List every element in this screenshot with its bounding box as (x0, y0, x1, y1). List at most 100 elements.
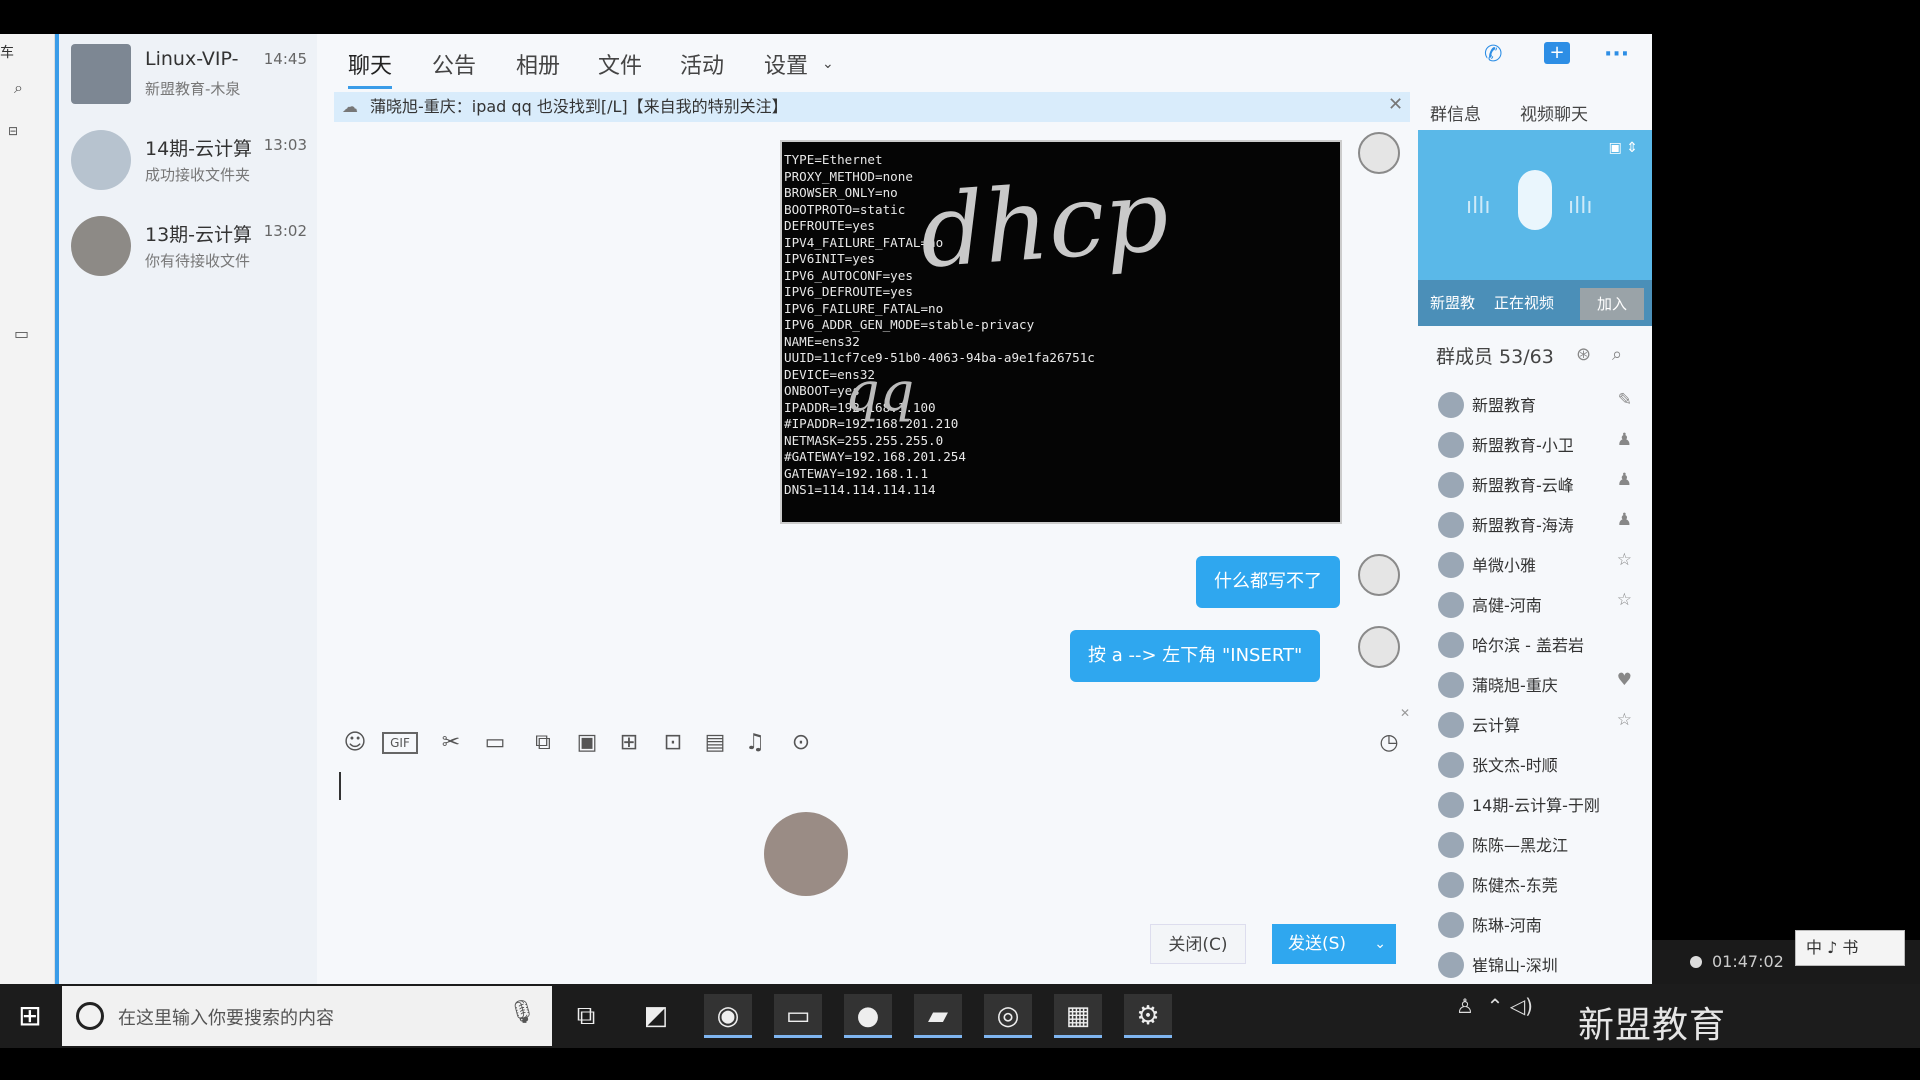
terminal-line: #GATEWAY=192.168.201.254 (784, 449, 966, 464)
screenshot-icon[interactable]: ⧉ (528, 728, 558, 758)
gif-icon[interactable]: GIF (382, 732, 418, 754)
contact-item[interactable]: Linux-VIP- 14:45 新盟教育-木泉 (59, 34, 317, 120)
clock-icon[interactable]: ◷ (1374, 728, 1404, 758)
scissors-icon[interactable]: ✂ (436, 728, 466, 758)
avatar (1438, 672, 1464, 698)
system-tray-icons[interactable]: ♙ ⌃ ◁) (1456, 994, 1533, 1018)
tab-settings[interactable]: 设置 (764, 48, 808, 80)
member-name: 新盟教育-云峰 (1472, 476, 1574, 495)
vmware-icon[interactable]: ▦ (1054, 994, 1102, 1038)
video-controls-icon[interactable]: ▣ ⇕ (1609, 140, 1638, 156)
monitor-icon[interactable]: ▭ (14, 324, 34, 344)
member-name: 陈琳-河南 (1472, 916, 1542, 935)
tab-group-info[interactable]: 群信息 (1430, 100, 1481, 125)
microphone-icon[interactable]: 🎙 (508, 1000, 536, 1025)
more-icon[interactable]: ··· (1604, 42, 1629, 67)
member-item[interactable]: 新盟教育-海涛 ♟ (1418, 504, 1652, 544)
chat-message-bubble[interactable]: 按 a --> 左下角 "INSERT" (1070, 630, 1321, 682)
chevron-down-icon[interactable]: ⌄ (822, 56, 834, 72)
avatar (1438, 872, 1464, 898)
handwritten-annotation: qq (845, 360, 915, 423)
image-icon[interactable]: ▣ (572, 728, 602, 758)
contact-item[interactable]: 13期-云计算 13:02 你有待接收文件 (59, 206, 317, 292)
member-role-icon: ♟ (1616, 430, 1632, 450)
close-icon[interactable]: ✕ (1400, 706, 1410, 720)
member-name: 蒲晓旭-重庆 (1472, 676, 1558, 695)
member-item[interactable]: 哈尔滨 - 盖若岩 (1418, 624, 1652, 664)
video-status: 正在视频 (1494, 294, 1555, 312)
phone-icon[interactable]: ✆ (1484, 42, 1502, 67)
member-role-icon: ♟ (1616, 470, 1632, 490)
gift-icon[interactable]: ⊡ (658, 728, 688, 758)
video-icon[interactable]: ⊞ (614, 728, 644, 758)
special-attention-notice[interactable]: 蒲晓旭-重庆：ipad qq 也没找到[/L]【来自我的特别关注】 (334, 92, 1410, 122)
tree-expander-icon[interactable]: ⊟ (8, 124, 28, 144)
tab-announcement[interactable]: 公告 (432, 48, 476, 80)
tab-album[interactable]: 相册 (516, 48, 560, 80)
shared-screen-area (1652, 86, 1920, 940)
search-icon[interactable]: ⌕ (14, 78, 34, 98)
video-top-band (0, 0, 1920, 34)
member-item[interactable]: 新盟教育 ✎ (1418, 384, 1652, 424)
avatar[interactable] (1358, 132, 1400, 174)
settings-icon[interactable]: ⚙ (1124, 994, 1172, 1038)
sound-wave-icon: ıllı (1466, 194, 1491, 219)
terminal-line: IPV6_FAILURE_FATAL=no (784, 300, 944, 316)
sticky-notes-icon[interactable]: ◩ (632, 994, 680, 1038)
member-item[interactable]: 新盟教育-云峰 ♟ (1418, 464, 1652, 504)
left-strip-text: 车 (0, 45, 14, 61)
contact-snippet: 新盟教育-木泉 (145, 80, 241, 98)
send-button[interactable]: 发送(S) ⌄ (1272, 924, 1396, 964)
more-icon[interactable]: ⊙ (786, 728, 816, 758)
folder-icon[interactable]: ▭ (480, 728, 510, 758)
member-item[interactable]: 云计算 ☆ (1418, 704, 1652, 744)
windows-start-icon[interactable]: ⊞ (8, 994, 52, 1038)
file-explorer-icon[interactable]: ▭ (774, 994, 822, 1038)
close-button[interactable]: 关闭(C) (1150, 924, 1246, 964)
member-item[interactable]: 陈健杰-东莞 (1418, 864, 1652, 904)
chevron-down-icon[interactable]: ⌄ (1374, 924, 1386, 964)
member-manage-icon[interactable]: ⊛ (1576, 344, 1591, 365)
terminal-line: GATEWAY=192.168.1.1 (784, 465, 929, 481)
emoji-icon[interactable]: ☺ (340, 728, 370, 758)
avatar (1438, 392, 1464, 418)
avatar (1438, 952, 1464, 978)
tab-files[interactable]: 文件 (598, 48, 642, 80)
member-item[interactable]: 蒲晓旭-重庆 ♥ (1418, 664, 1652, 704)
contact-item[interactable]: 14期-云计算 13:03 成功接收文件夹 (59, 120, 317, 206)
bell-icon[interactable]: ♫ (740, 728, 770, 758)
member-item[interactable]: 陈琳-河南 (1418, 904, 1652, 944)
qq-icon[interactable]: ● (844, 994, 892, 1038)
add-member-icon[interactable]: + (1544, 42, 1570, 64)
member-role-icon: ☆ (1616, 710, 1632, 730)
member-item[interactable]: 崔锦山-深圳 (1418, 944, 1652, 984)
chat-message-bubble[interactable]: 什么都写不了 (1196, 556, 1340, 608)
avatar[interactable] (1358, 626, 1400, 668)
firefox-icon[interactable]: ◉ (704, 994, 752, 1038)
search-icon[interactable]: ⌕ (1612, 344, 1622, 365)
contact-time: 13:03 (263, 136, 307, 154)
avatar (1438, 712, 1464, 738)
member-item[interactable]: 高健-河南 ☆ (1418, 584, 1652, 624)
chat-app-icon[interactable]: ▰ (914, 994, 962, 1038)
member-item[interactable]: 张文杰-时顺 (1418, 744, 1652, 784)
task-view-icon[interactable]: ⧉ (562, 994, 610, 1038)
member-item[interactable]: 单微小雅 ☆ (1418, 544, 1652, 584)
timer-text: 01:47:02 (1712, 952, 1784, 971)
contact-name: 14期-云计算 (145, 138, 253, 160)
tab-chat[interactable]: 聊天 (348, 48, 393, 89)
clipboard-icon[interactable]: ▤ (700, 728, 730, 758)
avatar (1438, 752, 1464, 778)
tab-activity[interactable]: 活动 (680, 48, 724, 80)
member-item[interactable]: 新盟教育-小卫 ♟ (1418, 424, 1652, 464)
close-icon[interactable]: ✕ (1388, 94, 1403, 115)
member-role-icon: ✎ (1617, 390, 1632, 410)
avatar[interactable] (1358, 554, 1400, 596)
app-icon[interactable]: ◎ (984, 994, 1032, 1038)
member-item[interactable]: 14期-云计算-于刚 (1418, 784, 1652, 824)
taskbar-search[interactable]: 在这里输入你要搜索的内容 🎙 (62, 986, 552, 1046)
tab-video-chat[interactable]: 视频聊天 (1520, 100, 1588, 125)
join-button[interactable]: 加入 (1580, 288, 1644, 320)
member-item[interactable]: 陈陈—黑龙江 (1418, 824, 1652, 864)
input-method-bar[interactable]: 中 ♪ 书 (1795, 930, 1905, 966)
